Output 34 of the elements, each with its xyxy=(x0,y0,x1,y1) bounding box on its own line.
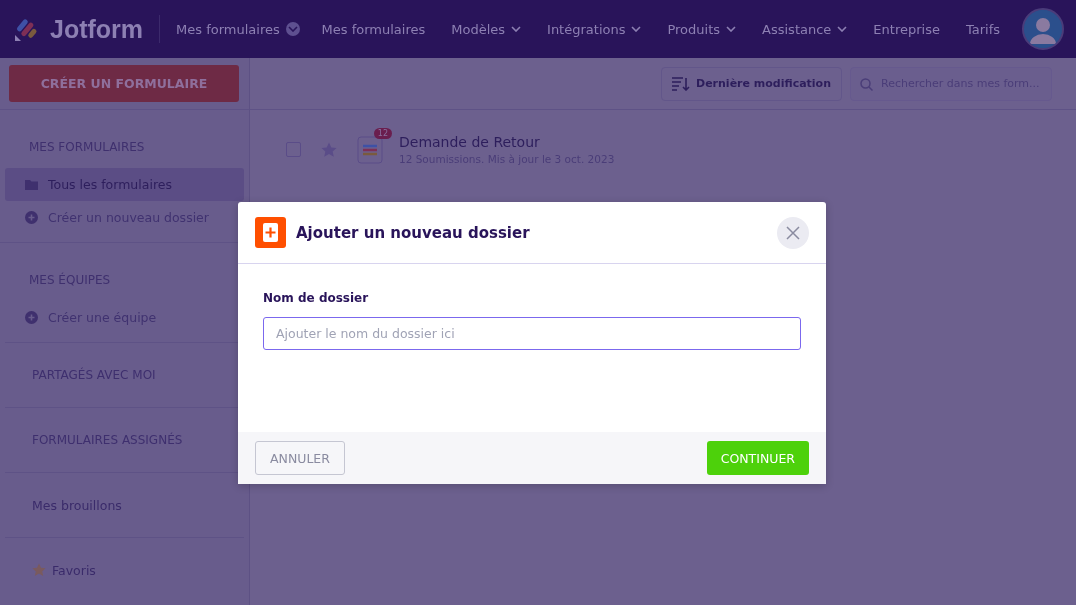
search-icon xyxy=(860,77,873,91)
field-label: Nom de dossier xyxy=(263,291,370,305)
nav-link[interactable]: Entreprise xyxy=(873,21,940,37)
plus-circle-icon xyxy=(25,211,38,224)
form-title[interactable]: Demande de Retour xyxy=(399,134,615,150)
submission-count-badge: 12 xyxy=(373,127,392,139)
brand-name[interactable]: Jotform xyxy=(50,14,144,44)
chevron-down-icon xyxy=(511,26,522,32)
close-icon xyxy=(786,225,800,240)
form-icon xyxy=(357,135,383,164)
chevron-down-icon xyxy=(837,26,848,32)
nav-link[interactable]: Intégrations xyxy=(547,21,642,37)
nav-link[interactable]: Modèles xyxy=(451,21,522,37)
create-form-button[interactable]: CRÉER UN FORMULAIRE xyxy=(9,65,239,102)
chevron-down-icon xyxy=(287,26,298,32)
folder-name-field[interactable]: Ajouter le nom du dossier ici xyxy=(263,317,801,350)
close-button[interactable] xyxy=(777,216,809,249)
folder-add-icon xyxy=(255,217,286,248)
sort-button[interactable]: Dernière modification xyxy=(661,66,842,101)
folder-icon xyxy=(25,179,38,190)
cancel-button[interactable]: ANNULER xyxy=(255,441,345,475)
nav-link[interactable]: Mes formulaires xyxy=(321,21,426,37)
chevron-down-icon xyxy=(726,26,737,32)
plus-circle-icon xyxy=(25,311,38,324)
chevron-down-icon xyxy=(631,26,642,32)
nav-link[interactable]: Produits xyxy=(667,21,737,37)
workspace-menu[interactable]: Mes formulaires xyxy=(176,21,300,37)
star-icon xyxy=(32,563,46,577)
avatar-icon[interactable] xyxy=(1022,8,1064,50)
continue-button[interactable]: CONTINUER xyxy=(706,441,809,475)
dialog-title: Ajouter un nouveau dossier xyxy=(296,223,530,242)
sort-icon xyxy=(672,76,690,91)
nav-link[interactable]: Tarifs xyxy=(965,21,1000,37)
nav-link[interactable]: Assistance xyxy=(762,21,848,37)
